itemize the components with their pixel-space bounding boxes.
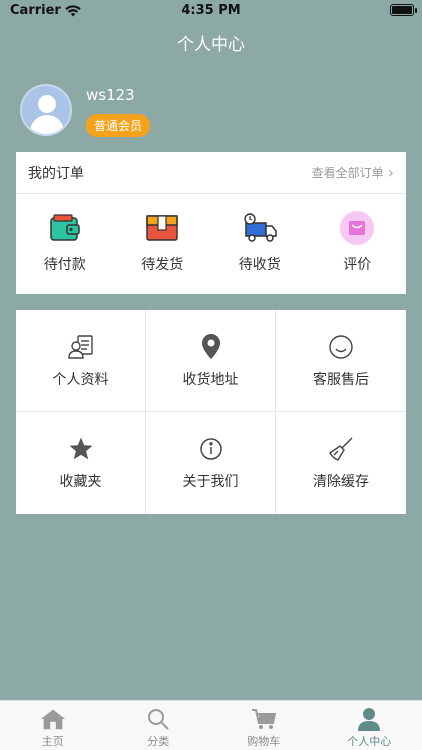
order-status-label: 待收货 — [238, 257, 281, 273]
menu-item-label: 收货地址 — [182, 371, 239, 388]
order-status-label: 待发货 — [141, 257, 184, 273]
orders-title: 我的订单 — [28, 165, 84, 182]
username: ws123 — [86, 86, 135, 104]
menu-item-about[interactable]: 关于我们 — [146, 412, 276, 514]
home-icon — [39, 707, 67, 731]
delivery-truck-icon — [242, 210, 278, 246]
profile-card-icon — [67, 333, 95, 361]
status-time: 4:35 PM — [181, 3, 241, 18]
orders-header[interactable]: 我的订单 查看全部订单 › — [16, 152, 406, 194]
review-icon — [339, 210, 375, 246]
menu-item-address[interactable]: 收货地址 — [146, 310, 276, 412]
tab-label: 主页 — [41, 735, 64, 748]
member-badge: 普通会员 — [86, 114, 151, 137]
battery-icon — [390, 4, 417, 16]
menu-item-label: 客服售后 — [313, 371, 369, 388]
avatar[interactable] — [20, 84, 72, 136]
tab-bar: 主页 分类 购物车 个人中心 — [0, 700, 422, 750]
broom-icon — [327, 435, 355, 463]
tab-category[interactable]: 分类 — [106, 701, 212, 750]
tab-cart[interactable]: 购物车 — [211, 701, 317, 750]
menu-item-favorites[interactable]: 收藏夹 — [16, 412, 146, 514]
order-status-label: 待付款 — [43, 257, 86, 273]
tab-profile[interactable]: 个人中心 — [317, 701, 422, 750]
chevron-right-icon: › — [387, 163, 394, 182]
wallet-icon — [47, 210, 83, 246]
tab-label: 分类 — [147, 735, 170, 748]
status-bar: Carrier 4:35 PM — [0, 0, 422, 22]
menu-item-label: 收藏夹 — [59, 474, 102, 490]
user-icon — [355, 707, 383, 731]
cart-icon — [250, 707, 278, 731]
menu-grid: 个人资料 收货地址 客服售后 收藏夹 关于我们 清除缓存 — [16, 310, 406, 514]
tab-label: 购物车 — [247, 735, 281, 748]
view-all-orders-label: 查看全部订单 — [311, 166, 384, 180]
order-status-pending-receipt[interactable]: 待收货 — [211, 194, 309, 294]
order-status-review[interactable]: 评价 — [309, 194, 407, 294]
menu-item-profile[interactable]: 个人资料 — [16, 310, 146, 412]
orders-card: 我的订单 查看全部订单 › 待付款 待发货 待收货 评价 — [16, 152, 406, 294]
tab-home[interactable]: 主页 — [0, 701, 106, 750]
search-icon — [144, 707, 172, 731]
menu-item-label: 关于我们 — [182, 474, 239, 490]
menu-item-clear-cache[interactable]: 清除缓存 — [276, 412, 406, 514]
menu-item-label: 个人资料 — [52, 371, 109, 388]
star-icon — [67, 435, 95, 463]
menu-item-label: 清除缓存 — [313, 474, 369, 490]
smiley-icon — [327, 333, 355, 361]
info-icon — [197, 435, 225, 463]
package-icon — [144, 210, 180, 246]
tab-label: 个人中心 — [347, 735, 392, 748]
order-status-pending-payment[interactable]: 待付款 — [16, 194, 114, 294]
page-title: 个人中心 — [177, 35, 245, 55]
location-pin-icon — [197, 333, 225, 361]
order-status-label: 评价 — [343, 257, 372, 273]
order-status-pending-shipment[interactable]: 待发货 — [114, 194, 212, 294]
view-all-orders-link[interactable]: 查看全部订单 › — [312, 163, 394, 182]
menu-item-customer-service[interactable]: 客服售后 — [276, 310, 406, 412]
